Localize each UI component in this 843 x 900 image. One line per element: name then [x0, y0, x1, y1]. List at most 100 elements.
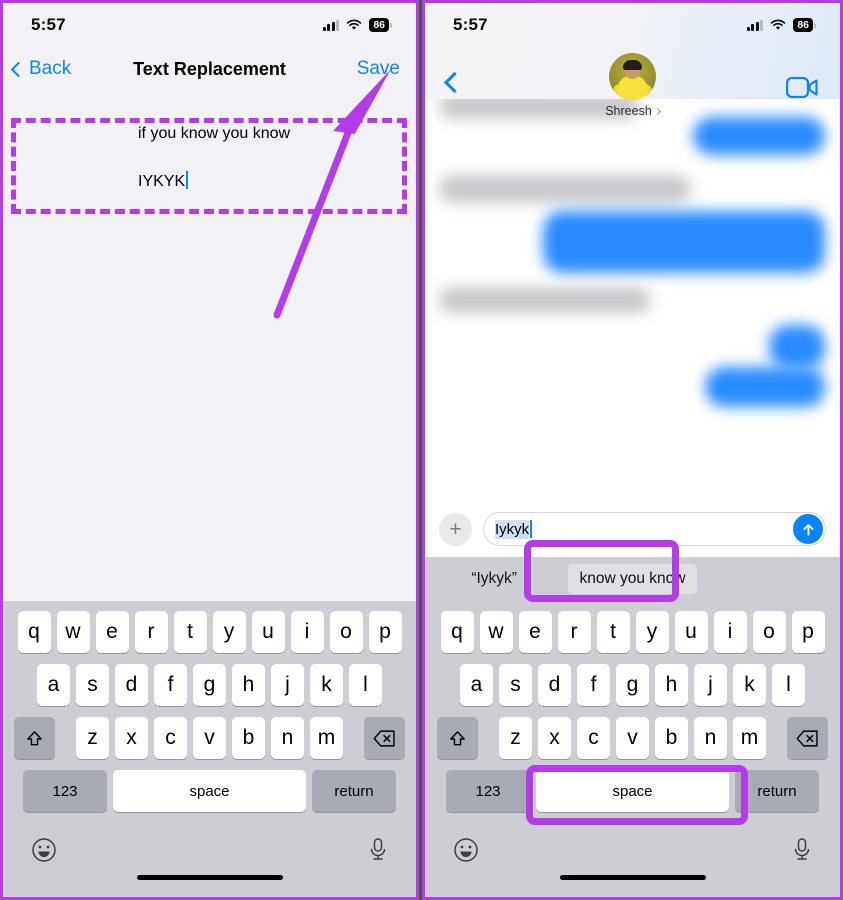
key-o[interactable]: o — [329, 611, 363, 653]
key-z[interactable]: z — [76, 717, 109, 759]
key-f[interactable]: f — [577, 664, 610, 706]
cellular-bars-icon — [746, 19, 764, 31]
key-l[interactable]: l — [772, 664, 805, 706]
key-s[interactable]: s — [76, 664, 109, 706]
return-key[interactable]: return — [312, 770, 396, 812]
key-t[interactable]: t — [173, 611, 207, 653]
key-h[interactable]: h — [655, 664, 688, 706]
battery-level: 86 — [369, 18, 389, 32]
key-b[interactable]: b — [655, 717, 688, 759]
key-f[interactable]: f — [154, 664, 187, 706]
add-attachment-icon[interactable]: + — [439, 512, 472, 546]
key-h[interactable]: h — [232, 664, 265, 706]
home-indicator — [559, 875, 706, 880]
key-n[interactable]: n — [271, 717, 304, 759]
message-bubble — [439, 175, 691, 203]
key-w[interactable]: w — [479, 611, 513, 653]
prediction-quoted[interactable]: “Iykyk” — [425, 570, 563, 588]
emoji-smiley-icon[interactable] — [453, 837, 479, 863]
key-k[interactable]: k — [733, 664, 766, 706]
microphone-icon[interactable] — [792, 837, 812, 863]
key-r[interactable]: r — [557, 611, 591, 653]
backspace-key[interactable] — [787, 717, 828, 759]
key-w[interactable]: w — [56, 611, 90, 653]
messages-header: 5:57 86 Shreesh — [425, 3, 840, 118]
settings-navbar: Back Text Replacement Save — [3, 47, 416, 91]
send-button[interactable] — [793, 514, 823, 544]
avatar-hoodie — [618, 76, 647, 100]
space-key[interactable]: space — [536, 770, 729, 812]
key-g[interactable]: g — [616, 664, 649, 706]
facetime-video-icon[interactable] — [786, 77, 818, 98]
back-button[interactable]: Back — [10, 58, 72, 80]
backspace-icon — [373, 729, 395, 747]
settings-screen-panel: 5:57 86 Back Text Replacement Save if yo… — [0, 0, 419, 900]
key-m[interactable]: m — [310, 717, 343, 759]
key-d[interactable]: d — [115, 664, 148, 706]
back-label: Back — [29, 58, 72, 79]
key-p[interactable]: p — [791, 611, 825, 653]
key-x[interactable]: x — [538, 717, 571, 759]
row-spacer — [484, 717, 493, 759]
numbers-key[interactable]: 123 — [23, 770, 107, 812]
key-c[interactable]: c — [577, 717, 610, 759]
status-icons: 86 — [322, 18, 392, 32]
key-t[interactable]: t — [596, 611, 630, 653]
message-input[interactable]: Iykyk — [483, 512, 826, 546]
key-g[interactable]: g — [193, 664, 226, 706]
space-key[interactable]: space — [113, 770, 306, 812]
key-v[interactable]: v — [616, 717, 649, 759]
key-u[interactable]: u — [251, 611, 285, 653]
key-a[interactable]: a — [37, 664, 70, 706]
key-m[interactable]: m — [733, 717, 766, 759]
key-j[interactable]: j — [694, 664, 727, 706]
key-i[interactable]: i — [290, 611, 324, 653]
key-d[interactable]: d — [538, 664, 571, 706]
prediction-suggestion[interactable]: know you know — [563, 564, 701, 594]
key-v[interactable]: v — [193, 717, 226, 759]
key-l[interactable]: l — [349, 664, 382, 706]
messages-screen-panel: 5:57 86 Shreesh + Iykyk “Iykyk” know you… — [422, 0, 843, 900]
key-o[interactable]: o — [752, 611, 786, 653]
keyboard-row-2: a s d f g h j k l — [3, 664, 416, 706]
key-x[interactable]: x — [115, 717, 148, 759]
key-s[interactable]: s — [499, 664, 532, 706]
key-z[interactable]: z — [499, 717, 532, 759]
contact-info[interactable]: Shreesh — [425, 53, 840, 118]
key-y[interactable]: y — [635, 611, 669, 653]
shift-key[interactable] — [437, 717, 478, 759]
key-j[interactable]: j — [271, 664, 304, 706]
conversation-header: Shreesh — [425, 47, 840, 118]
phrase-input[interactable]: if you know you know — [138, 125, 290, 143]
shift-key[interactable] — [14, 717, 55, 759]
key-n[interactable]: n — [694, 717, 727, 759]
row-spacer — [61, 717, 70, 759]
key-q[interactable]: q — [440, 611, 474, 653]
shortcut-input[interactable]: IYKYK — [138, 170, 189, 191]
keyboard-row-1: q w e r t y u i o p — [3, 601, 416, 653]
key-u[interactable]: u — [674, 611, 708, 653]
key-e[interactable]: e — [95, 611, 129, 653]
numbers-key[interactable]: 123 — [446, 770, 530, 812]
key-e[interactable]: e — [518, 611, 552, 653]
key-r[interactable]: r — [134, 611, 168, 653]
key-a[interactable]: a — [460, 664, 493, 706]
key-b[interactable]: b — [232, 717, 265, 759]
save-button[interactable]: Save — [357, 58, 400, 80]
return-key[interactable]: return — [735, 770, 819, 812]
battery-tip-icon — [814, 22, 816, 28]
key-q[interactable]: q — [17, 611, 51, 653]
microphone-icon[interactable] — [368, 837, 388, 863]
key-y[interactable]: y — [212, 611, 246, 653]
contact-name-row: Shreesh — [605, 104, 661, 118]
keyboard-row-3: z x c v b n m — [3, 717, 416, 759]
emoji-smiley-icon[interactable] — [31, 837, 57, 863]
keyboard-bottom-bar — [3, 823, 416, 863]
message-bubble — [769, 325, 825, 369]
key-i[interactable]: i — [713, 611, 747, 653]
key-p[interactable]: p — [368, 611, 402, 653]
key-c[interactable]: c — [154, 717, 187, 759]
backspace-key[interactable] — [364, 717, 405, 759]
key-k[interactable]: k — [310, 664, 343, 706]
status-time: 5:57 — [453, 15, 488, 34]
